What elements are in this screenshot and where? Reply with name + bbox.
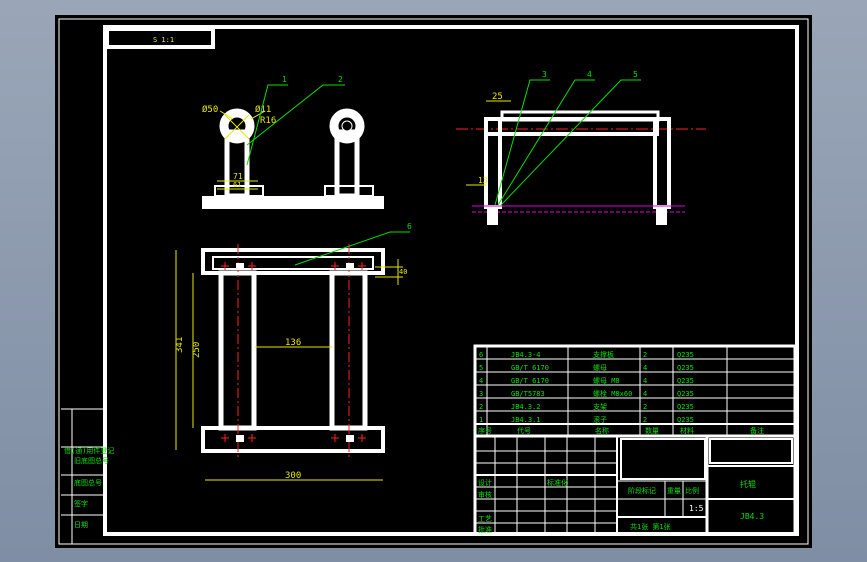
approve-label: 批准 [478, 525, 492, 534]
bom-header-note: 备注 [750, 426, 764, 435]
dim-r16: R16 [260, 116, 276, 126]
bom-no: 3 [479, 390, 483, 398]
bom-code: JB4.3-4 [511, 351, 541, 359]
bom-qty: 2 [643, 403, 647, 411]
dim-61: 61 [233, 181, 241, 189]
bom-name: 滚子 [593, 415, 607, 424]
bom-name: 支撑板 [593, 350, 614, 359]
bom-header-name: 名称 [595, 426, 609, 435]
bom-code: GB/T 6170 [511, 377, 549, 385]
bom-qty: 2 [643, 351, 647, 359]
bom-header-mat: 材料 [680, 426, 694, 435]
bom-mat: Q235 [677, 416, 694, 424]
bom-code: JB4.3.1 [511, 416, 541, 424]
leader-label-5: 5 [633, 70, 638, 79]
weight-label: 重量 [667, 487, 681, 495]
leader-label-1: 1 [282, 75, 287, 84]
bom-header-no: 序号 [478, 426, 492, 435]
strip-text-3: 底图总号 [74, 478, 102, 487]
process-label: 工艺 [478, 515, 492, 523]
bom-mat: Q235 [677, 390, 694, 398]
bom-no: 5 [479, 364, 483, 372]
bom-mat: Q235 [677, 403, 694, 411]
dim-13: 13 [478, 176, 488, 185]
bom-no: 4 [479, 377, 483, 385]
side-view: 25 13 3 4 5 [456, 70, 706, 225]
bom-qty: 4 [643, 364, 647, 372]
leader-label-3: 3 [542, 70, 547, 79]
strip-text-5: 日期 [74, 521, 88, 529]
front-view: Ø50 Ø11 R16 71 61 1 2 [202, 75, 384, 209]
drawing-number: JB4.3 [740, 512, 764, 521]
dim-40: 40 [399, 268, 407, 276]
drawing-border [103, 25, 799, 536]
strip-text-1: 借(通)用件登记 [64, 446, 114, 455]
bom-mat: Q235 [677, 364, 694, 372]
dim-phi50: Ø50 [202, 104, 218, 115]
bom-name: 螺栓 M8x60 [593, 389, 632, 398]
dim-136: 136 [285, 338, 301, 348]
stage-label: 阶段标记 [628, 486, 656, 495]
sheet-count: 共1张 第1张 [630, 522, 671, 531]
bom-mat: Q235 [677, 351, 694, 359]
bom-qty: 4 [643, 377, 647, 385]
dim-phi11: Ø11 [255, 104, 271, 115]
dim-250: 250 [192, 342, 202, 358]
drawing-sheet: S 1:1 借(通)用件登记 旧底图总号 底图总号 签字 日期 Ø50 Ø11 … [55, 15, 812, 548]
bom-name: 螺母 M8 [593, 376, 620, 385]
scale-label-text: S 1:1 [153, 36, 174, 44]
bom-code: GB/T 6170 [511, 364, 549, 372]
strip-text-2: 旧底图总号 [74, 456, 109, 465]
std-label: 标准化 [547, 478, 568, 487]
bom-code: GB/T5783 [511, 390, 545, 398]
part-name: 托辊 [740, 479, 756, 489]
bom-name: 螺母 [593, 363, 607, 372]
bom-qty: 2 [643, 416, 647, 424]
bill-of-materials: 6 JB4.3-4 支撑板 2 Q235 5 GB/T 6170 螺母 4 Q2… [473, 344, 797, 438]
bom-no: 2 [479, 403, 483, 411]
check-label: 审核 [478, 490, 492, 499]
scale-label: 比例 [685, 486, 699, 495]
cad-drawing: S 1:1 借(通)用件登记 旧底图总号 底图总号 签字 日期 Ø50 Ø11 … [58, 18, 809, 545]
scale-value: 1:5 [689, 504, 704, 513]
bom-no: 6 [479, 351, 483, 359]
bom-header-qty: 数量 [645, 426, 659, 435]
bom-qty: 4 [643, 390, 647, 398]
top-view: 136 341 250 300 40 6 [175, 222, 412, 481]
strip-text-4: 签字 [74, 499, 88, 508]
dim-341: 341 [175, 337, 185, 353]
bom-name: 支架 [593, 402, 607, 411]
bom-mat: Q235 [677, 377, 694, 385]
leader-label-6: 6 [407, 222, 412, 231]
design-label: 设计 [478, 478, 492, 487]
title-block: 阶段标记 重量 比例 1:5 共1张 第1张 托辊 JB4.3 设计 审核 工艺… [473, 434, 797, 536]
bom-no: 1 [479, 416, 483, 424]
bom-code: JB4.3.2 [511, 403, 541, 411]
dim-300: 300 [285, 471, 301, 481]
leader-label-4: 4 [587, 70, 592, 79]
leader-label-2: 2 [338, 75, 343, 84]
dim-25: 25 [492, 92, 503, 102]
dim-71: 71 [233, 172, 243, 181]
bom-header-code: 代号 [517, 426, 531, 435]
